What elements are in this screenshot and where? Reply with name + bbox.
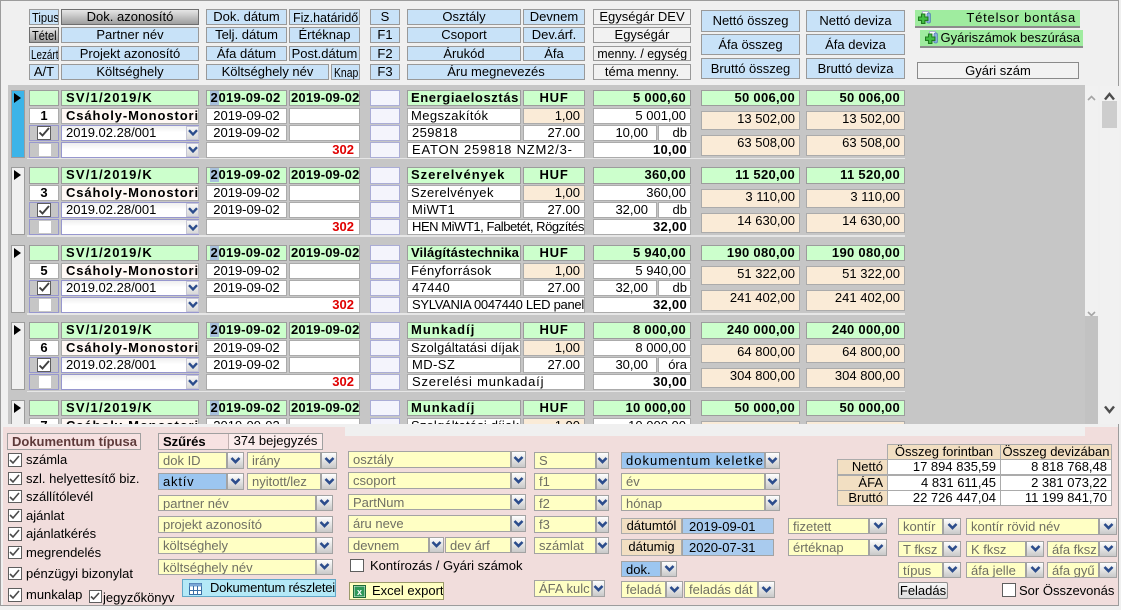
svg-text:x: x xyxy=(357,587,362,597)
